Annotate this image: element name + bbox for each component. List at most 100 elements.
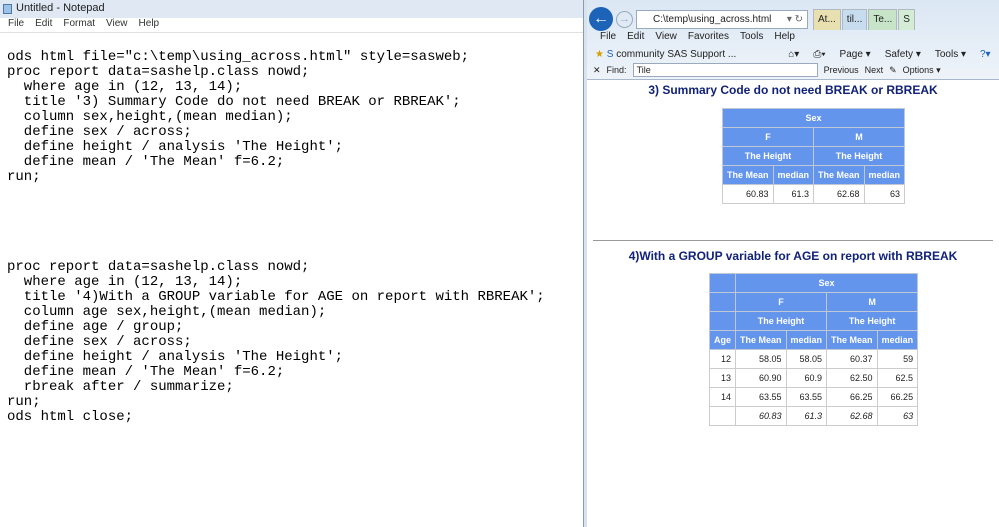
menu-view[interactable]: View <box>655 31 677 42</box>
home-icon[interactable]: ⌂▾ <box>788 49 799 60</box>
tab-3[interactable]: Te... <box>868 9 898 30</box>
code-line: proc report data=sashelp.class nowd; <box>7 259 310 275</box>
menu-tools[interactable]: Tools <box>740 31 763 42</box>
browser-window: ← → C:\temp\using_across.html ▾ ↻ At... t… <box>587 0 999 527</box>
help-icon[interactable]: ?▾ <box>980 49 991 60</box>
cell: 62.68 <box>826 406 878 426</box>
divider <box>593 240 993 241</box>
cell: 60.83 <box>735 406 787 426</box>
code-line: column sex,height,(mean median); <box>7 109 293 125</box>
header-age: Age <box>708 330 737 350</box>
find-input[interactable]: Tile <box>632 63 818 77</box>
cell: 12 <box>708 349 737 369</box>
header-height: The Height <box>813 146 906 166</box>
header-f: F <box>735 292 828 312</box>
safety-button[interactable]: Safety ▾ <box>885 49 921 60</box>
report2-title: 4)With a GROUP variable for AGE on repor… <box>628 249 958 263</box>
code-line: column age sex,height,(mean median); <box>7 304 327 320</box>
cell: 66.25 <box>826 387 878 407</box>
tab-2[interactable]: til... <box>841 9 868 30</box>
menu-view[interactable]: View <box>106 18 128 32</box>
header-median: median <box>863 165 906 185</box>
code-line: where age in (12, 13, 14); <box>7 79 243 95</box>
print-icon[interactable]: ⎙▾ <box>813 49 825 60</box>
cell: 60.37 <box>826 349 878 369</box>
cell: 60.90 <box>735 368 787 388</box>
find-label: Find: <box>606 65 627 75</box>
cell: 59 <box>876 349 919 369</box>
cell: 58.05 <box>785 349 828 369</box>
code-line: define sex / across; <box>7 124 192 140</box>
code-line: define height / analysis 'The Height'; <box>7 139 344 155</box>
cell: 63.55 <box>735 387 787 407</box>
table-row: 13 60.90 60.9 62.50 62.5 <box>708 368 919 388</box>
header-m: M <box>826 292 919 312</box>
cell: 62.68 <box>813 184 865 204</box>
code-line: where age in (12, 13, 14); <box>7 274 243 290</box>
code-line: run; <box>7 394 41 410</box>
favorite-link[interactable]: ★ S community SAS Support ... <box>595 49 736 60</box>
header-mean: The Mean <box>722 165 774 185</box>
code-line: define age / group; <box>7 319 184 335</box>
tab-active[interactable]: S <box>898 9 915 30</box>
summary-row: 60.83 61.3 62.68 63 <box>708 406 919 426</box>
table-row: 60.83 61.3 62.68 63 <box>722 184 906 204</box>
header-median: median <box>785 330 828 350</box>
back-button[interactable]: ← <box>589 7 613 31</box>
cell: 66.25 <box>876 387 919 407</box>
header-height: The Height <box>826 311 919 331</box>
cell: 63.55 <box>785 387 828 407</box>
notepad-window: Untitled - Notepad File Edit Format View… <box>0 0 584 527</box>
find-bar: ✕ Find: Tile Previous Next ✎ Options ▾ <box>593 63 941 77</box>
cell: 13 <box>708 368 737 388</box>
code-line: ods html close; <box>7 409 134 425</box>
report1-title: 3) Summary Code do not need BREAK or RBR… <box>648 83 938 97</box>
header-sex: Sex <box>721 108 906 128</box>
browser-chrome: ← → C:\temp\using_across.html ▾ ↻ At... t… <box>587 0 999 80</box>
highlight-icon[interactable]: ✎ <box>889 65 897 76</box>
address-bar[interactable]: C:\temp\using_across.html ▾ ↻ <box>636 10 808 29</box>
menu-favorites[interactable]: Favorites <box>688 31 729 42</box>
code-line: ods html file="c:\temp\using_across.html… <box>7 49 470 65</box>
window-title: Untitled - Notepad <box>16 2 105 14</box>
menu-help[interactable]: Help <box>139 18 160 32</box>
close-find-icon[interactable]: ✕ <box>593 65 601 76</box>
tools-button[interactable]: Tools ▾ <box>935 49 966 60</box>
header-sex: Sex <box>735 273 919 293</box>
menu-file[interactable]: File <box>600 31 616 42</box>
header-f: F <box>721 127 815 147</box>
tab-1[interactable]: At... <box>813 9 841 30</box>
menu-edit[interactable]: Edit <box>35 18 52 32</box>
menu-edit[interactable]: Edit <box>627 31 644 42</box>
favorite-label: community SAS Support ... <box>616 49 737 60</box>
header-mean: The Mean <box>813 165 865 185</box>
cell: 58.05 <box>735 349 787 369</box>
cell: 63 <box>876 406 919 426</box>
cell: 61.3 <box>785 406 828 426</box>
cell: 14 <box>708 387 737 407</box>
command-bar: ★ S community SAS Support ... ⌂▾ ⎙▾ Page… <box>595 49 991 60</box>
next-button[interactable]: Next <box>865 65 884 75</box>
forward-button[interactable]: → <box>616 11 633 28</box>
code-line: run; <box>7 169 41 185</box>
code-line: define height / analysis 'The Height'; <box>7 349 344 365</box>
code-line: rbreak after / summarize; <box>7 379 234 395</box>
code-line: proc report data=sashelp.class nowd; <box>7 64 310 80</box>
previous-button[interactable]: Previous <box>824 65 859 75</box>
cell: 60.83 <box>722 184 774 204</box>
menu-format[interactable]: Format <box>63 18 95 32</box>
options-button[interactable]: Options ▾ <box>903 65 941 76</box>
cell <box>708 406 737 426</box>
text-editor[interactable]: ods html file="c:\temp\using_across.html… <box>7 50 545 425</box>
notepad-menu: File Edit Format View Help <box>0 18 583 33</box>
cell: 61.3 <box>772 184 815 204</box>
menu-help[interactable]: Help <box>774 31 795 42</box>
refresh-icon[interactable]: ▾ ↻ <box>787 14 803 25</box>
menu-file[interactable]: File <box>8 18 24 32</box>
page-button[interactable]: Page ▾ <box>840 49 871 60</box>
header-height: The Height <box>721 146 815 166</box>
header-mean: The Mean <box>735 330 787 350</box>
